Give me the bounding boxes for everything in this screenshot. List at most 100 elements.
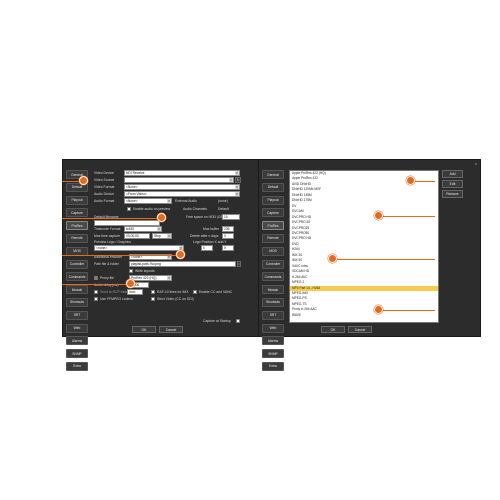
add-button[interactable]: Add xyxy=(442,170,463,178)
edit-button[interactable]: Edit xyxy=(442,180,463,188)
cancel-button[interactable]: Cancel xyxy=(348,326,372,333)
external-audio-label: External Audio xyxy=(175,199,197,203)
ok-button[interactable]: OK xyxy=(132,326,156,333)
send-to-input[interactable]: /rcm xyxy=(127,289,143,295)
audio-channels-value: Default xyxy=(218,207,229,211)
sidebar-item-extra[interactable]: Extra xyxy=(66,361,88,371)
sidebar-item-snmp[interactable]: SNMP xyxy=(262,349,284,359)
send-to-checkbox[interactable] xyxy=(94,290,98,294)
preview-logo-select[interactable]: <none> xyxy=(94,245,184,251)
proxy-file-select[interactable]: ProRes 422 (HQ) xyxy=(129,275,172,281)
sidebar-item-alarms[interactable]: Alarms xyxy=(66,336,88,346)
sidebar-item-capture[interactable]: Capture xyxy=(66,208,88,218)
path-file-input[interactable]: playlist-path-%d.png xyxy=(129,261,236,267)
sidebar-item-snmp[interactable]: SNMP xyxy=(66,349,88,359)
sidebar-item-shortcuts[interactable]: Shortcuts xyxy=(262,297,284,307)
logo-x-input[interactable]: 0 xyxy=(201,245,213,251)
sidebar-item-mosaic[interactable]: Mosaic xyxy=(66,285,88,295)
callout-marker xyxy=(157,213,166,222)
video-format-label: Video Format xyxy=(94,185,115,189)
free-space-label: Free space on HDD (GB) xyxy=(186,215,225,219)
callout-marker xyxy=(374,211,383,220)
sidebar-item-shortcuts[interactable]: Shortcuts xyxy=(66,297,88,307)
sidebar-item-playout[interactable]: Playout xyxy=(262,195,284,205)
audio-device-label: Audio Device xyxy=(94,192,114,196)
raf-lines-checkbox[interactable] xyxy=(151,290,155,294)
callout-line xyxy=(62,284,132,285)
video-source-select[interactable] xyxy=(124,177,234,183)
default-filename-input[interactable] xyxy=(94,220,160,226)
raf-lines-label: RAF-10 lines for IMX xyxy=(157,290,189,294)
preview-logo-label: Preview Logo / Graphics xyxy=(94,240,131,244)
sidebar-item-web[interactable]: Web xyxy=(262,323,284,333)
settings-window-left: × GeneralDefaultPlayoutCaptureProResRemo… xyxy=(62,159,285,371)
callout-marker xyxy=(374,305,383,314)
callout-line xyxy=(378,216,435,217)
codec-list[interactable]: Apple ProRes 422 (HQ) Apple ProRes 422 AVI… xyxy=(289,170,439,323)
audio-format-label: Audio Format xyxy=(94,199,115,203)
list-item[interactable]: WAVE xyxy=(290,313,438,318)
sidebar-item-commands[interactable]: Commands xyxy=(262,272,284,282)
strict-video-checkbox[interactable] xyxy=(151,297,155,301)
use-ffmpeg-checkbox[interactable] xyxy=(94,297,98,301)
sidebar-item-prores[interactable]: ProRes xyxy=(66,221,88,231)
callout-marker xyxy=(126,279,135,288)
enable-cc-checkbox[interactable] xyxy=(193,290,197,294)
sidebar-item-extra[interactable]: Extra xyxy=(262,361,284,371)
sidebar-item-capture[interactable]: Capture xyxy=(262,208,284,218)
sidebar-item-mosaic[interactable]: Mosaic xyxy=(262,285,284,295)
sidebar-item-srt[interactable]: SRT xyxy=(66,310,88,320)
write-layouts-label: Write layouts xyxy=(135,269,155,273)
proxy-file-label: Proxy file xyxy=(100,276,114,280)
sidebar-item-general[interactable]: General xyxy=(262,170,284,179)
ok-button[interactable]: OK xyxy=(321,326,345,333)
audio-format-select[interactable]: <None> xyxy=(124,198,172,204)
close-icon[interactable]: × xyxy=(475,161,477,166)
timecode-format-select[interactable]: tc430 xyxy=(124,226,162,232)
audio-device-select[interactable]: <From Video> xyxy=(124,191,240,197)
video-source-label: Video Source xyxy=(94,178,115,182)
sidebar-item-mos[interactable]: MOS xyxy=(262,246,284,256)
settings-window-right: × General Default Playout Capture ProRes Remo… xyxy=(258,159,481,371)
max-buffer-input[interactable]: 236 xyxy=(222,226,234,232)
write-layouts-checkbox[interactable] xyxy=(129,269,133,273)
video-device-label: Video Device xyxy=(94,171,114,175)
capture-at-startup-label: Capture at Startup xyxy=(203,319,231,323)
callout-line xyxy=(62,255,182,256)
max-time-capture-input[interactable]: 00:00:00 xyxy=(124,233,150,239)
callout-line xyxy=(332,259,435,260)
sidebar-item-default[interactable]: Default xyxy=(262,182,284,192)
sidebar-item-playout[interactable]: Playout xyxy=(66,195,88,205)
folder-icon[interactable]: ▫ xyxy=(237,261,241,267)
sidebar-item-prores[interactable]: ProRes xyxy=(262,221,284,231)
callout-marker xyxy=(328,254,337,263)
stop-select[interactable]: Stop xyxy=(152,233,172,239)
cancel-button[interactable]: Cancel xyxy=(159,326,183,333)
sidebar-item-commands[interactable]: Commands xyxy=(66,272,88,282)
sidebar-item-web[interactable]: Web xyxy=(66,323,88,333)
sidebar-item-remote[interactable]: Remote xyxy=(262,233,284,243)
callout-line xyxy=(62,218,162,219)
max-buffer-label: Max buffer xyxy=(203,227,219,231)
sidebar-item-controller[interactable]: Controller xyxy=(262,259,284,269)
sidebar-item-alarms[interactable]: Alarms xyxy=(262,336,284,346)
refresh-icon[interactable]: ↻ xyxy=(235,177,241,183)
proxy-file-checkbox[interactable] xyxy=(94,276,98,280)
free-space-input[interactable]: 10 xyxy=(222,214,240,220)
logo-y-input[interactable]: 0 xyxy=(222,245,234,251)
enable-audio-preview-checkbox[interactable] xyxy=(127,207,131,211)
sidebar-item-controller[interactable]: Controller xyxy=(66,259,88,269)
sidebar-item-remote[interactable]: Remote xyxy=(66,233,88,243)
capture-at-startup-checkbox[interactable] xyxy=(236,319,240,323)
remove-button[interactable]: Remove xyxy=(442,190,463,198)
video-device-select[interactable]: NDI Receive xyxy=(124,170,240,176)
video-format-select[interactable]: <None> xyxy=(124,184,240,190)
enable-audio-preview-label: Enable audio on preview xyxy=(133,207,171,211)
sidebar-item-srt[interactable]: SRT xyxy=(262,310,284,320)
callout-line xyxy=(378,310,435,311)
enable-cc-label: Enable CC and VANC xyxy=(199,290,233,294)
use-ffmpeg-label: Use FFMPEG codecs xyxy=(100,297,133,301)
delete-after-input[interactable]: 0 xyxy=(222,233,234,239)
timecode-format-label: Timecode Format xyxy=(94,227,121,231)
settings-sidebar: General Default Playout Capture ProRes Remote… xyxy=(262,170,284,375)
